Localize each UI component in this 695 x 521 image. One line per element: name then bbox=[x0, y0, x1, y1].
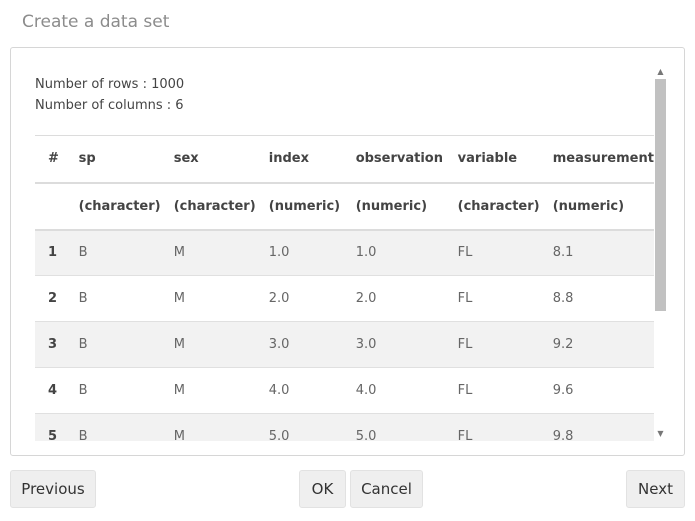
header-row-number: # bbox=[48, 151, 59, 167]
previous-button[interactable]: Previous bbox=[10, 470, 96, 508]
type-sex: (character) bbox=[173, 198, 256, 214]
table-cell: B bbox=[78, 383, 88, 398]
table-cell: FL bbox=[457, 383, 473, 398]
row-number-cell: 5 bbox=[48, 429, 58, 441]
cancel-button[interactable]: Cancel bbox=[350, 470, 423, 508]
row-number-cell: 4 bbox=[48, 383, 58, 398]
type-sp: (character) bbox=[78, 198, 161, 214]
row-number-cell: 1 bbox=[48, 245, 58, 261]
table-cell: 9.2 bbox=[552, 337, 574, 352]
table-cell: B bbox=[78, 291, 88, 306]
table-cell: 5.0 bbox=[268, 429, 290, 441]
header-observation: observation bbox=[355, 151, 443, 167]
table-row: 4 B M 4.0 4.0 FL 9.6 bbox=[35, 368, 654, 414]
column-name-header-row: # sp sex index observation variable meas… bbox=[35, 135, 654, 183]
data-preview-table: # sp sex index observation variable meas… bbox=[35, 135, 654, 441]
scroll-down-icon[interactable]: ▼ bbox=[653, 426, 668, 440]
data-preview-content: Number of rows : 1000 Number of columns … bbox=[11, 48, 654, 441]
type-observation: (numeric) bbox=[355, 198, 428, 214]
table-cell: 9.8 bbox=[552, 429, 574, 441]
table-cell: FL bbox=[457, 245, 473, 261]
table-cell: B bbox=[78, 245, 88, 261]
scroll-thumb[interactable] bbox=[655, 79, 666, 311]
row-count-text: Number of rows : 1000 bbox=[35, 77, 185, 92]
table-cell: 3.0 bbox=[268, 337, 290, 352]
data-preview-panel: Number of rows : 1000 Number of columns … bbox=[10, 47, 685, 456]
table-cell: 9.6 bbox=[552, 383, 574, 398]
table-cell: M bbox=[173, 337, 185, 352]
table-row: 1 B M 1.0 1.0 FL 8.1 bbox=[35, 229, 654, 276]
table-cell: B bbox=[78, 337, 88, 352]
vertical-scrollbar[interactable]: ▲ ▼ bbox=[653, 64, 668, 440]
table-cell: M bbox=[173, 291, 185, 306]
type-row-number bbox=[35, 183, 79, 230]
row-number-cell: 2 bbox=[48, 291, 58, 306]
table-row: 5 B M 5.0 5.0 FL 9.8 bbox=[35, 413, 654, 441]
table-cell: 4.0 bbox=[355, 383, 377, 398]
header-index: index bbox=[268, 151, 309, 167]
next-button[interactable]: Next bbox=[626, 470, 685, 508]
table-row: 3 B M 3.0 3.0 FL 9.2 bbox=[35, 321, 654, 368]
table-cell: M bbox=[173, 429, 185, 441]
table-cell: 2.0 bbox=[268, 291, 290, 306]
table-cell: 1.0 bbox=[268, 245, 290, 261]
dialog-title: Create a data set bbox=[22, 12, 170, 32]
table-cell: FL bbox=[457, 429, 473, 441]
table-cell: 2.0 bbox=[355, 291, 377, 306]
table-cell: FL bbox=[457, 291, 473, 306]
table-cell: 8.8 bbox=[552, 291, 574, 306]
scroll-up-icon[interactable]: ▲ bbox=[653, 64, 668, 78]
header-variable: variable bbox=[457, 151, 518, 167]
column-count-text: Number of columns : 6 bbox=[35, 98, 184, 113]
table-cell: M bbox=[173, 383, 185, 398]
header-sp: sp bbox=[78, 151, 96, 167]
row-number-cell: 3 bbox=[48, 337, 58, 352]
table-cell: 4.0 bbox=[268, 383, 290, 398]
dataset-summary: Number of rows : 1000 Number of columns … bbox=[35, 74, 184, 116]
table-cell: 1.0 bbox=[355, 245, 377, 261]
table-cell: 5.0 bbox=[355, 429, 377, 441]
table-row: 2 B M 2.0 2.0 FL 8.8 bbox=[35, 276, 654, 322]
type-variable: (character) bbox=[457, 198, 540, 214]
table-cell: 3.0 bbox=[355, 337, 377, 352]
header-measurement: measurement bbox=[552, 151, 654, 167]
ok-button[interactable]: OK bbox=[299, 470, 346, 508]
table-cell: M bbox=[173, 245, 185, 261]
table-cell: FL bbox=[457, 337, 473, 352]
type-index: (numeric) bbox=[268, 198, 341, 214]
table-cell: 8.1 bbox=[552, 245, 574, 261]
header-sex: sex bbox=[173, 151, 199, 167]
type-measurement: (numeric) bbox=[552, 198, 625, 214]
column-type-header-row: (character) (character) (numeric) (numer… bbox=[35, 183, 654, 230]
table-cell: B bbox=[78, 429, 88, 441]
